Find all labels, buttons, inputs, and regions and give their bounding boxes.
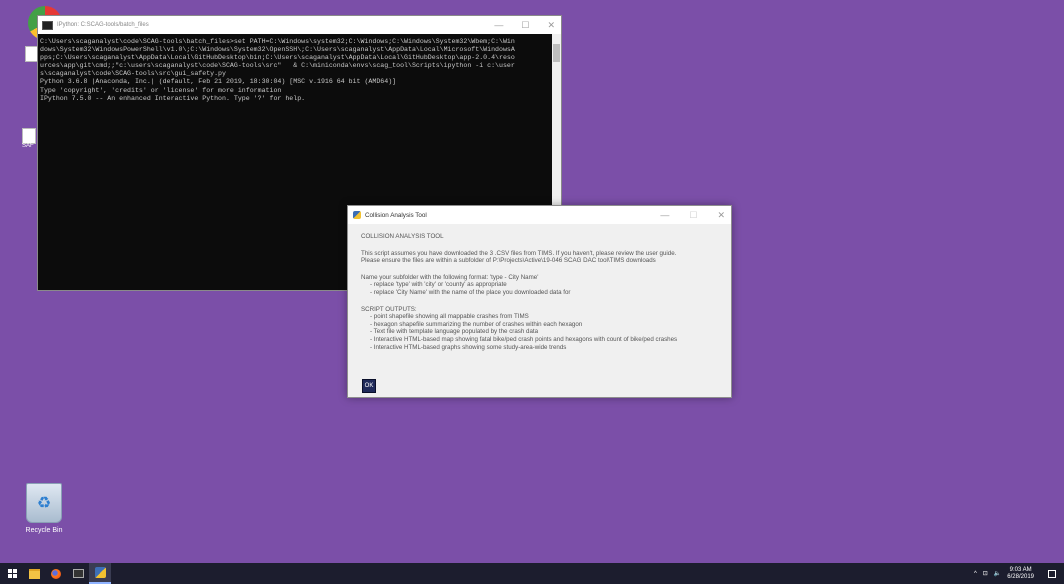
taskbar-console[interactable]: [67, 563, 89, 584]
console-icon: [72, 569, 84, 578]
console-line: pps;C:\Users\scaganalyst\AppData\Local\G…: [40, 54, 515, 62]
dialog-heading: COLLISION ANALYSIS TOOL: [361, 233, 444, 240]
console-line: IPython 7.5.0 -- An enhanced Interactive…: [40, 94, 306, 102]
clock-time: 9:03 AM: [1009, 566, 1032, 573]
intro-line: This script assumes you have downloaded …: [361, 249, 677, 257]
minimize-button[interactable]: —: [660, 210, 669, 220]
output-item: - Interactive HTML-based map showing fat…: [370, 335, 678, 343]
ok-button[interactable]: OK: [362, 379, 376, 393]
console-line: Type 'copyright', 'credits' or 'license'…: [40, 86, 282, 94]
close-button[interactable]: ✕: [547, 20, 555, 31]
taskbar-explorer[interactable]: [23, 563, 45, 584]
taskbar: ^ ⊡ 🔈 9:03 AM 6/28/2019: [0, 563, 1064, 584]
console-icon: [42, 20, 53, 30]
console-line: urces\app\git\cmd;;"c:\users\scaganalyst…: [40, 62, 515, 70]
folder-icon: [28, 568, 40, 579]
recycle-bin-label: Recycle Bin: [25, 527, 63, 534]
python-icon: [94, 567, 106, 578]
output-item: - Interactive HTML-based graphs showing …: [370, 343, 567, 351]
console-titlebar[interactable]: IPython: C:SCAG-tools/batch_files — ☐ ✕: [38, 16, 561, 34]
dialog-titlebar[interactable]: Collision Analysis Tool — ☐ ✕: [348, 206, 731, 224]
start-button[interactable]: [1, 563, 23, 584]
windows-icon: [7, 569, 17, 578]
taskbar-python[interactable]: [89, 563, 111, 584]
intro-line: Please ensure the files are within a sub…: [361, 257, 656, 265]
outputs-heading: SCRIPT OUTPUTS:: [361, 305, 417, 313]
console-line: C:\Users\scaganalyst\code\SCAG-tools\bat…: [40, 38, 515, 45]
taskbar-firefox[interactable]: [45, 563, 67, 584]
naming-line: - replace 'type' with 'city' or 'county'…: [370, 281, 507, 289]
volume-icon[interactable]: 🔈: [994, 570, 1001, 577]
naming-line: - replace 'City Name' with the name of t…: [370, 288, 571, 296]
shortcut-icon[interactable]: [22, 128, 36, 144]
firefox-icon: [51, 568, 61, 579]
console-title: IPython: C:SCAG-tools/batch_files: [57, 22, 149, 28]
recycle-bin-icon: ♻: [26, 483, 62, 523]
notification-icon[interactable]: [1048, 569, 1056, 578]
output-item: - Text file with template language popul…: [370, 328, 539, 336]
output-item: - point shapefile showing all mappable c…: [370, 313, 529, 321]
minimize-button[interactable]: —: [494, 20, 503, 30]
console-line: Python 3.6.8 |Anaconda, Inc.| (default, …: [40, 78, 397, 86]
python-icon: [353, 211, 361, 219]
chevron-up-icon[interactable]: ^: [974, 571, 977, 577]
close-button[interactable]: ✕: [717, 210, 725, 221]
dialog-title: Collision Analysis Tool: [365, 211, 427, 219]
dialog-body: COLLISION ANALYSIS TOOL This script assu…: [348, 224, 731, 367]
recycle-bin[interactable]: ♻ Recycle Bin: [22, 483, 66, 543]
output-item: - hexagon shapefile summarizing the numb…: [370, 320, 583, 328]
shortcut-label: SAF: [22, 143, 34, 149]
collision-tool-dialog[interactable]: Collision Analysis Tool — ☐ ✕ COLLISION …: [347, 205, 732, 398]
console-line: s\scaganalyst\code\SCAG-tools\src\gui_sa…: [40, 70, 226, 78]
network-icon[interactable]: ⊡: [983, 570, 988, 577]
naming-line: Name your subfolder with the following f…: [361, 273, 539, 281]
system-tray: ^ ⊡ 🔈 9:03 AM 6/28/2019: [974, 563, 1056, 584]
console-line: dows\System32\WindowsPowerShell\v1.0\;C:…: [40, 46, 515, 54]
clock[interactable]: 9:03 AM 6/28/2019: [1007, 567, 1034, 581]
maximize-button[interactable]: ☐: [521, 20, 529, 31]
scrollbar-thumb[interactable]: [553, 44, 560, 62]
clock-date: 6/28/2019: [1007, 573, 1034, 580]
maximize-button[interactable]: ☐: [689, 210, 697, 221]
